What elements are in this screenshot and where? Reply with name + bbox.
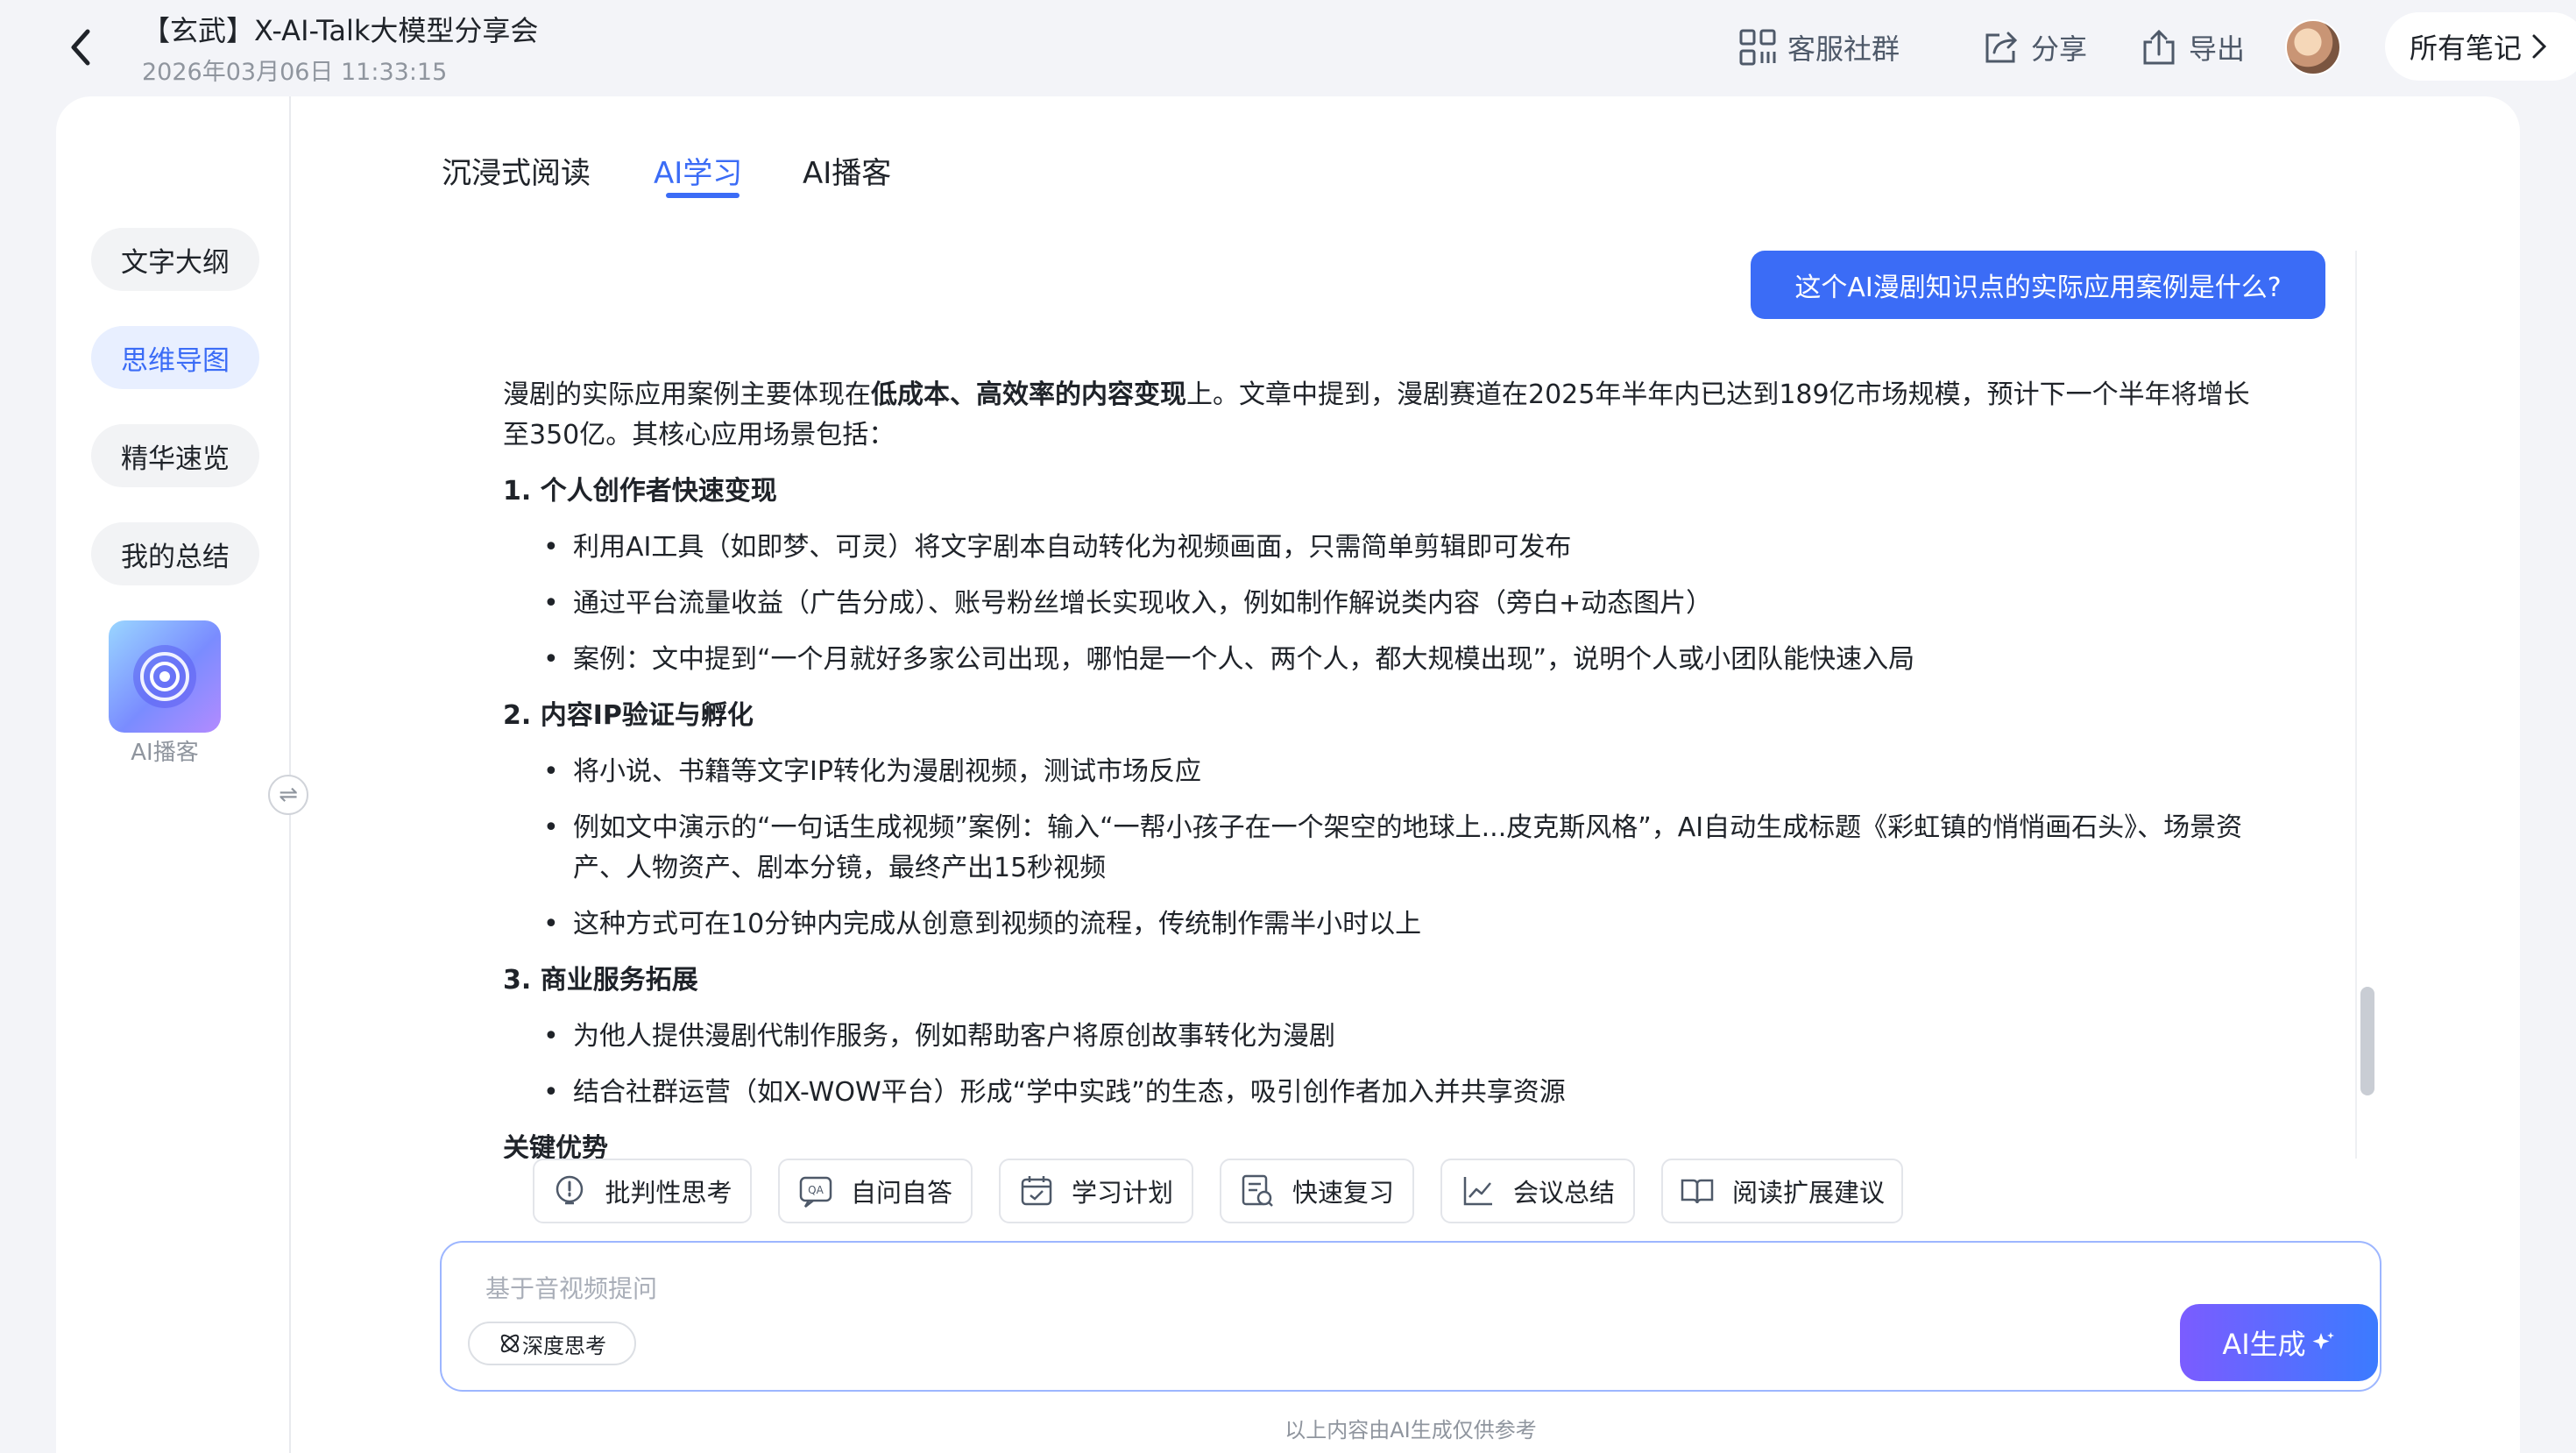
podcast-icon[interactable] [109,620,221,733]
svg-text:QA: QA [808,1184,824,1196]
all-notes-button[interactable]: 所有笔记 [2385,12,2576,81]
broadcast-icon [133,645,196,708]
deep-think-toggle[interactable]: 深度思考 [468,1322,636,1365]
export-button[interactable]: 导出 [2140,25,2245,70]
header: 【玄武】X-AI-Talk大模型分享会 2026年03月06日 11:33:15… [0,0,2576,96]
book-icon [1681,1179,1714,1204]
critical-thinking-label: 批判性思考 [605,1178,732,1208]
answer-list: 利用AI工具（如即梦、可灵）将文字剧本自动转化为视频画面，只需简单剪辑即可发布 … [503,528,2255,680]
answer-intro: 漫剧的实际应用案例主要体现在低成本、高效率的内容变现上。文章中提到，漫剧赛道在2… [503,379,2250,450]
answer-list: 将小说、书籍等文字IP转化为漫剧视频，测试市场反应 例如文中演示的“一句话生成视… [503,752,2255,945]
study-plan-button[interactable]: 学习计划 [999,1159,1193,1223]
meeting-summary-button[interactable]: 会议总结 [1440,1159,1635,1223]
qa-icon: QA [799,1176,832,1208]
share-icon [1985,32,2018,63]
sparkle-icon [2312,1332,2334,1350]
tab-ai-learning[interactable]: AI学习 [654,149,742,192]
self-qa-button[interactable]: QA 自问自答 [778,1159,973,1223]
timestamp: 2026年03月06日 11:33:15 [142,59,448,86]
sidebar-item-highlights[interactable]: 精华速览 [91,424,259,487]
all-notes-label: 所有笔记 [2410,32,2523,65]
question-input-box: 深度思考 AI生成 [440,1241,2381,1392]
list-item: 通过平台流量收益（广告分成）、账号粉丝增长实现收入，例如制作解说类内容（旁白+动… [503,584,2255,624]
sidebar-item-outline[interactable]: 文字大纲 [91,228,259,291]
export-label: 导出 [2189,32,2246,66]
back-button[interactable] [67,26,102,68]
list-item: 将小说、书籍等文字IP转化为漫剧视频，测试市场反应 [503,752,2255,792]
swap-panel-button[interactable]: ⇌ [268,775,308,815]
review-doc-icon [1242,1174,1273,1207]
tab-immersive-reading[interactable]: 沉浸式阅读 [442,149,591,192]
list-item: 案例：文中提到“一个月就好多家公司出现，哪怕是一个人、两个人，都大规模出现”，说… [503,640,2255,680]
tab-ai-podcast[interactable]: AI播客 [803,149,891,192]
sidebar-item-mindmap[interactable]: 思维导图 [91,326,259,389]
critical-thinking-button[interactable]: 批判性思考 [533,1159,752,1223]
calendar-check-icon [1021,1176,1052,1206]
quick-review-label: 快速复习 [1292,1178,1394,1208]
scrollbar-thumb[interactable] [2360,987,2374,1095]
answer-list: 为他人提供漫剧代制作服务，例如帮助客户将原创故事转化为漫剧 结合社群运营（如X-… [503,1017,2255,1113]
list-item: 为他人提供漫剧代制作服务，例如帮助客户将原创故事转化为漫剧 [503,1017,2255,1057]
deep-think-label: 深度思考 [522,1333,606,1358]
customer-group-label: 客服社群 [1787,32,1900,66]
line-chart-icon [1463,1177,1492,1206]
question-input[interactable] [485,1269,2238,1308]
list-item: 这种方式可在10分钟内完成从创意到视频的流程，传统制作需半小时以上 [503,904,2255,945]
user-question-bubble: 这个AI漫剧知识点的实际应用案例是什么? [1751,251,2325,319]
podcast-label: AI播客 [131,740,199,766]
avatar[interactable] [2285,19,2341,75]
self-qa-label: 自问自答 [850,1178,952,1208]
share-button[interactable]: 分享 [1982,25,2087,70]
list-item: 利用AI工具（如即梦、可灵）将文字剧本自动转化为视频画面，只需简单剪辑即可发布 [503,528,2255,568]
reading-suggestion-button[interactable]: 阅读扩展建议 [1661,1159,1903,1223]
lightbulb-icon [556,1175,584,1205]
answer-heading: 1. 个人创作者快速变现 [503,476,777,507]
tab-active-indicator [666,193,740,198]
list-item: 结合社群运营（如X-WOW平台）形成“学中实践”的生态，吸引创作者加入并共享资源 [503,1073,2255,1113]
answer-heading: 2. 内容IP验证与孵化 [503,700,754,731]
chevron-left-icon [71,29,90,66]
ai-answer: 漫剧的实际应用案例主要体现在低成本、高效率的内容变现上。文章中提到，漫剧赛道在2… [503,375,2255,1159]
swap-icon: ⇌ [279,782,298,808]
ai-generate-button[interactable]: AI生成 [2180,1304,2378,1381]
export-icon [2143,29,2175,65]
atom-icon [500,1334,520,1353]
page-title: 【玄武】X-AI-Talk大模型分享会 [142,14,539,47]
answer-heading: 3. 商业服务拓展 [503,965,698,996]
list-item: 例如文中演示的“一句话生成视频”案例：输入“一帮小孩子在一个架空的地球上...皮… [503,808,2255,889]
qr-grid-icon [1739,29,1776,66]
study-plan-label: 学习计划 [1071,1178,1173,1208]
meeting-summary-label: 会议总结 [1512,1178,1615,1208]
answer-heading-truncated: 关键优势 [503,1133,608,1159]
share-label: 分享 [2031,32,2088,66]
customer-group-button[interactable]: 客服社群 [1738,25,1900,70]
chevron-right-icon [2532,34,2547,59]
sidebar-item-my-summary[interactable]: 我的总结 [91,522,259,585]
reading-suggestion-label: 阅读扩展建议 [1731,1178,1885,1208]
quick-review-button[interactable]: 快速复习 [1220,1159,1414,1223]
ai-disclaimer: 以上内容由AI生成仅供参考 [1284,1418,1537,1442]
ai-generate-label: AI生成 [2222,1328,2306,1361]
